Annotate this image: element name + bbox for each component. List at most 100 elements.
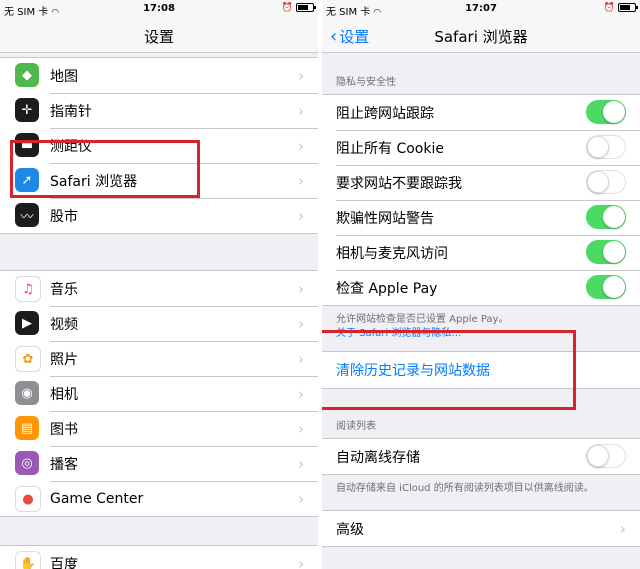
highlight-safari	[10, 140, 200, 198]
screenshot: 无 SIM 卡 ◠ 17:08 ⏰ 设置 ◆ 地图 › ✛ 指南针 › ▬ 测距仪 › ➚ Safar…	[0, 0, 640, 569]
chevron-right-icon: ›	[298, 350, 304, 368]
privacy-setting-toggle[interactable]	[586, 275, 626, 299]
privacy-setting-row: 阻止所有 Cookie	[322, 130, 640, 165]
toggle-knob	[587, 171, 609, 193]
divider	[50, 411, 318, 412]
privacy-setting-toggle[interactable]	[586, 205, 626, 229]
settings-row[interactable]: ◎ 播客 ›	[0, 446, 318, 481]
privacy-setting-toggle[interactable]	[586, 170, 626, 194]
privacy-setting-row: 要求网站不要跟踪我	[322, 165, 640, 200]
status-bar: 无 SIM 卡 ◠ 17:08 ⏰	[0, 0, 318, 18]
camera-icon: ◉	[15, 381, 39, 405]
settings-row[interactable]: ♫ 音乐 ›	[0, 271, 318, 306]
safari-settings-screen: 无 SIM 卡 ◠ 17:07 ⏰ ‹ 设置 Safari 浏览器 隐私与安全性 阻…	[322, 0, 640, 569]
chevron-right-icon: ›	[298, 172, 304, 190]
divider	[336, 165, 640, 166]
settings-row-label: 视频	[50, 316, 78, 333]
advanced-row[interactable]: 高级 ›	[322, 511, 640, 546]
settings-row-label: 股市	[50, 208, 78, 225]
alarm-icon: ⏰	[281, 3, 293, 13]
offline-storage-row: 自动离线存储	[322, 439, 640, 474]
chevron-right-icon: ›	[298, 207, 304, 225]
offline-storage-toggle[interactable]	[586, 444, 626, 468]
privacy-setting-label: 检查 Apple Pay	[336, 280, 438, 297]
battery-status: ⏰	[281, 3, 316, 13]
battery-icon	[296, 3, 316, 12]
divider	[50, 198, 318, 199]
privacy-setting-row: 检查 Apple Pay	[322, 270, 640, 305]
divider	[50, 376, 318, 377]
privacy-setting-row: 阻止跨网站跟踪	[322, 95, 640, 130]
stocks-icon: 〰	[15, 203, 39, 227]
privacy-setting-toggle[interactable]	[586, 240, 626, 264]
offline-storage-label: 自动离线存储	[336, 449, 420, 466]
advanced-group: 高级 ›	[322, 510, 640, 547]
privacy-section-header: 隐私与安全性	[336, 77, 396, 88]
privacy-group: 阻止跨网站跟踪 阻止所有 Cookie 要求网站不要跟踪我欺骗性网站警告 相机与麦克风…	[322, 94, 640, 306]
settings-row-label: 相机	[50, 386, 78, 403]
settings-row[interactable]: ◉ 相机 ›	[0, 376, 318, 411]
toggle-knob	[587, 445, 609, 467]
settings-row[interactable]: ✋ 百度 ›	[0, 546, 318, 569]
maps-icon: ◆	[15, 63, 39, 87]
battery-icon	[618, 3, 638, 12]
advanced-label: 高级	[336, 521, 364, 538]
privacy-setting-toggle[interactable]	[586, 135, 626, 159]
podcasts-icon: ◎	[15, 451, 39, 475]
privacy-setting-label: 相机与麦克风访问	[336, 245, 448, 262]
nav-bar: ‹ 设置 Safari 浏览器	[322, 18, 640, 53]
photos-icon: ✿	[15, 346, 41, 372]
settings-row[interactable]: 〰股市 ›	[0, 198, 318, 233]
settings-screen: 无 SIM 卡 ◠ 17:08 ⏰ 设置 ◆ 地图 › ✛ 指南针 › ▬ 测距仪 › ➚ Safar…	[0, 0, 318, 569]
chevron-right-icon: ›	[298, 490, 304, 508]
privacy-setting-label: 欺骗性网站警告	[336, 210, 434, 227]
settings-row-label: 照片	[50, 351, 78, 368]
settings-row[interactable]: ◆ 地图 ›	[0, 58, 318, 93]
divider	[336, 130, 640, 131]
settings-row[interactable]: ✛ 指南针 ›	[0, 93, 318, 128]
settings-row-label: 播客	[50, 456, 78, 473]
toggle-knob	[603, 206, 625, 228]
highlight-clear-history	[322, 330, 576, 410]
privacy-setting-label: 阻止所有 Cookie	[336, 140, 444, 157]
game-center-icon: ●	[15, 486, 41, 512]
settings-row-label: Game Center	[50, 490, 144, 507]
settings-row[interactable]: ● Game Center ›	[0, 481, 318, 516]
status-time: 17:07	[465, 3, 497, 14]
status-time: 17:08	[143, 3, 175, 14]
toggle-knob	[587, 136, 609, 158]
divider	[50, 341, 318, 342]
page-title: Safari 浏览器	[434, 28, 528, 46]
privacy-setting-label: 阻止跨网站跟踪	[336, 105, 434, 122]
settings-row[interactable]: ▤ 图书 ›	[0, 411, 318, 446]
settings-row[interactable]: ✿ 照片 ›	[0, 341, 318, 376]
chevron-right-icon: ›	[298, 555, 304, 569]
battery-status: ⏰	[603, 3, 638, 13]
divider	[50, 481, 318, 482]
settings-row-label: 指南针	[50, 103, 92, 120]
books-icon: ▤	[15, 416, 39, 440]
settings-row[interactable]: ▶ 视频 ›	[0, 306, 318, 341]
reading-list-footer: 自动存储来自 iCloud 的所有阅读列表项目以供离线阅读。	[336, 483, 594, 494]
settings-row-label: 百度	[50, 556, 78, 569]
status-bar: 无 SIM 卡 ◠ 17:07 ⏰	[322, 0, 640, 18]
divider	[336, 270, 640, 271]
chevron-right-icon: ›	[298, 137, 304, 155]
chevron-right-icon: ›	[298, 102, 304, 120]
divider	[50, 93, 318, 94]
privacy-setting-toggle[interactable]	[586, 100, 626, 124]
chevron-right-icon: ›	[298, 385, 304, 403]
settings-row-label: 音乐	[50, 281, 78, 298]
chevron-right-icon: ›	[620, 520, 626, 538]
nav-bar: 设置	[0, 18, 318, 53]
baidu-icon: ✋	[15, 551, 41, 569]
alarm-icon: ⏰	[603, 3, 615, 13]
settings-group-apps-2: ♫ 音乐 › ▶ 视频 › ✿ 照片 › ◉ 相机 › ▤ 图书 › ◎ 播客 › ● Game Center ›	[0, 270, 318, 517]
toggle-knob	[603, 101, 625, 123]
videos-icon: ▶	[15, 311, 39, 335]
chevron-right-icon: ›	[298, 420, 304, 438]
settings-row-label: 地图	[50, 68, 78, 85]
toggle-knob	[603, 276, 625, 298]
divider	[336, 235, 640, 236]
privacy-setting-row: 欺骗性网站警告	[322, 200, 640, 235]
